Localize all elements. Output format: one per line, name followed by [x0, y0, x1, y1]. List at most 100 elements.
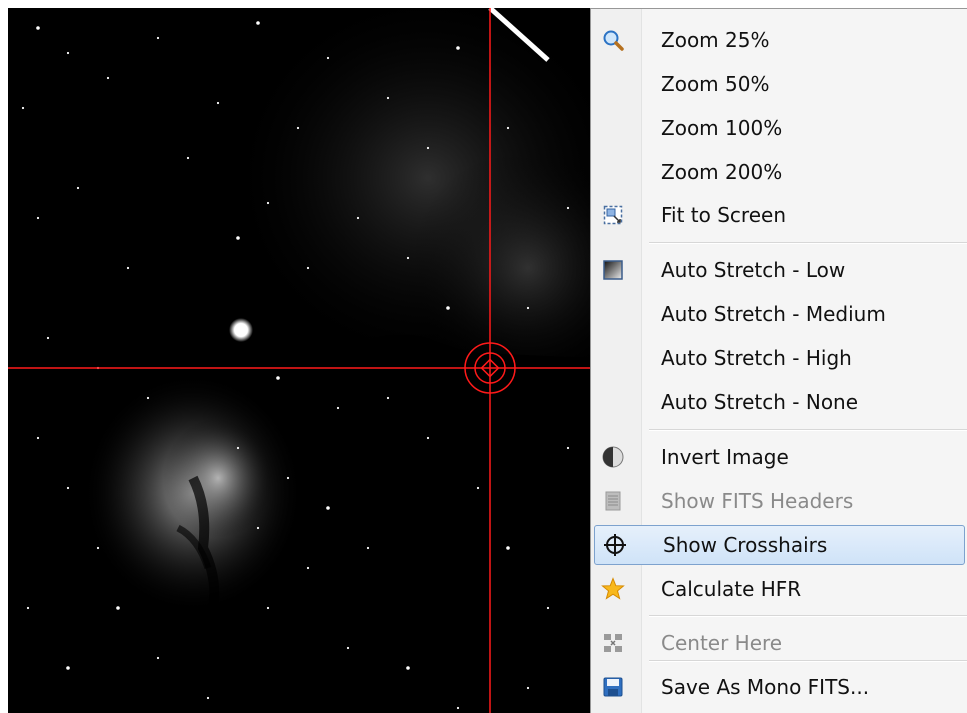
menu-separator — [649, 242, 967, 244]
menu-item-label: Zoom 25% — [661, 28, 770, 52]
star — [26, 606, 30, 610]
star — [446, 306, 450, 310]
star — [156, 656, 160, 660]
star — [406, 666, 410, 670]
invert-icon — [601, 445, 625, 469]
menu-item-show-fits-headers: Show FITS Headers — [593, 481, 967, 521]
star — [236, 236, 240, 240]
star — [546, 606, 550, 610]
menu-separator — [649, 429, 967, 431]
star — [306, 566, 310, 570]
star — [366, 546, 370, 550]
star — [216, 101, 220, 105]
star — [326, 56, 330, 60]
star — [266, 201, 270, 205]
star — [296, 126, 300, 130]
star — [456, 706, 460, 710]
menu-item-zoom-50[interactable]: Zoom 50% — [593, 64, 967, 104]
star — [386, 96, 390, 100]
star — [66, 51, 70, 55]
fit-screen-icon — [601, 203, 625, 227]
star — [306, 266, 310, 270]
star — [21, 106, 25, 110]
star — [426, 146, 430, 150]
star — [36, 216, 40, 220]
star — [526, 686, 530, 690]
menu-item-calculate-hfr[interactable]: Calculate HFR — [593, 569, 967, 609]
star — [256, 21, 260, 25]
menu-item-center-here: Center Here — [593, 623, 967, 663]
star — [276, 376, 280, 380]
star — [326, 506, 330, 510]
zoom-icon — [601, 28, 625, 52]
star — [96, 546, 100, 550]
menu-item-label: Show Crosshairs — [663, 533, 828, 557]
crosshair-icon — [603, 533, 627, 557]
menu-item-label: Center Here — [661, 631, 783, 655]
menu-item-zoom-200[interactable]: Zoom 200% — [593, 152, 967, 192]
star — [36, 436, 40, 440]
star — [476, 486, 480, 490]
menu-separator — [649, 660, 967, 662]
menu-item-auto-stretch-high[interactable]: Auto Stretch - High — [593, 338, 967, 378]
menu-item-fit-to-screen[interactable]: Fit to Screen — [593, 195, 967, 235]
star — [456, 46, 460, 50]
menu-item-label: Zoom 50% — [661, 72, 770, 96]
menu-item-label: Zoom 100% — [661, 116, 783, 140]
save-disk-icon — [601, 675, 625, 699]
menu-item-label: Save As Mono FITS... — [661, 675, 870, 699]
gradient-stretch-icon — [601, 258, 625, 282]
menu-item-label: Show FITS Headers — [661, 489, 854, 513]
star — [526, 306, 530, 310]
menu-item-show-crosshairs[interactable]: Show Crosshairs — [594, 525, 965, 565]
star — [566, 206, 570, 210]
star — [106, 76, 110, 80]
star — [156, 36, 160, 40]
menu-item-label: Calculate HFR — [661, 577, 802, 601]
star — [66, 486, 70, 490]
star — [426, 436, 430, 440]
star — [46, 336, 50, 340]
star — [266, 606, 270, 610]
star — [506, 126, 510, 130]
image-viewer[interactable] — [8, 8, 593, 713]
star — [206, 696, 210, 700]
star — [346, 646, 350, 650]
menu-item-auto-stretch-none[interactable]: Auto Stretch - None — [593, 382, 967, 422]
star — [36, 26, 40, 30]
menu-item-label: Auto Stretch - Medium — [661, 302, 886, 326]
menu-item-save-as-mono-fits[interactable]: Save As Mono FITS... — [593, 667, 967, 707]
center-arrows-icon — [601, 631, 625, 655]
context-menu: Zoom 25% Zoom 50% Zoom 100% Zoom 200% Fit to… — [590, 8, 967, 713]
star — [116, 606, 120, 610]
star — [566, 446, 570, 450]
star — [126, 266, 130, 270]
menu-item-label: Auto Stretch - High — [661, 346, 852, 370]
menu-item-zoom-100[interactable]: Zoom 100% — [593, 108, 967, 148]
star — [356, 216, 360, 220]
star — [66, 666, 70, 670]
star — [506, 546, 510, 550]
star-icon — [601, 577, 625, 601]
star — [236, 446, 240, 450]
menu-separator — [649, 615, 967, 617]
star — [336, 406, 340, 410]
menu-item-label: Auto Stretch - Low — [661, 258, 846, 282]
menu-item-label: Zoom 200% — [661, 160, 783, 184]
menu-item-invert-image[interactable]: Invert Image — [593, 437, 967, 477]
star — [286, 476, 290, 480]
menu-item-label: Invert Image — [661, 445, 789, 469]
document-icon — [601, 489, 625, 513]
star — [256, 526, 260, 530]
menu-item-auto-stretch-medium[interactable]: Auto Stretch - Medium — [593, 294, 967, 334]
star — [76, 186, 80, 190]
star — [186, 156, 190, 160]
menu-item-zoom-25[interactable]: Zoom 25% — [593, 20, 967, 60]
star — [386, 396, 390, 400]
star — [146, 396, 150, 400]
menu-item-auto-stretch-low[interactable]: Auto Stretch - Low — [593, 250, 967, 290]
star — [406, 256, 410, 260]
menu-item-label: Fit to Screen — [661, 203, 786, 227]
astro-image — [8, 8, 593, 713]
menu-item-label: Auto Stretch - None — [661, 390, 859, 414]
